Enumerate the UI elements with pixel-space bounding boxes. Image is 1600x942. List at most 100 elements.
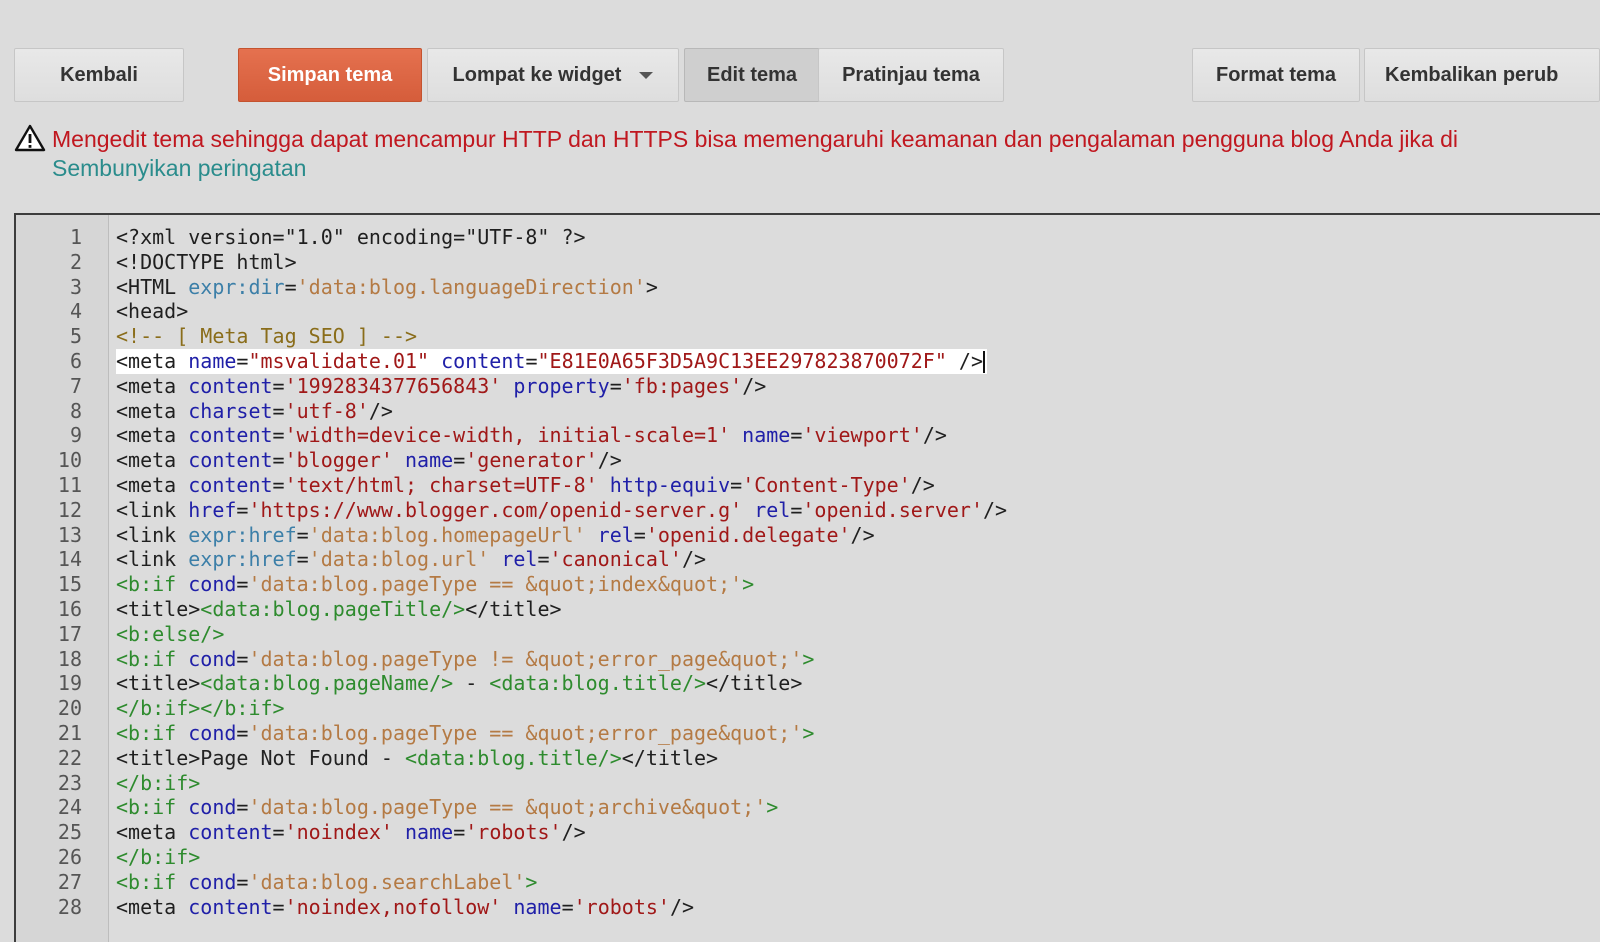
code-token: 'data:blog.pageType == &quot;archive&quo… xyxy=(248,795,767,820)
code-line[interactable]: 27 <b:if cond='data:blog.searchLabel'> xyxy=(16,870,1600,895)
code-token: 'noindex,nofollow' xyxy=(284,894,502,919)
line-code: <meta content='text/html; charset=UTF-8'… xyxy=(116,473,935,498)
line-code: <meta content='1992834377656843' propert… xyxy=(116,374,766,399)
mixed-content-warning: Mengedit tema sehingga dapat mencampur H… xyxy=(14,122,1600,182)
code-line[interactable]: 6 <meta name="msvalidate.01" content="E81… xyxy=(16,348,1600,374)
save-theme-button[interactable]: Simpan tema xyxy=(238,48,422,102)
line-code: <b:if cond='data:blog.pageType == &quot;… xyxy=(116,795,778,820)
code-token: </title> xyxy=(706,671,803,696)
code-line[interactable]: 9 <meta content='width=device-width, init… xyxy=(16,423,1600,448)
jump-to-widget-dropdown[interactable]: Lompat ke widget xyxy=(427,48,679,102)
code-token: content xyxy=(188,423,273,448)
code-line[interactable]: 19 <title><data:blog.pageName/> - <data:b… xyxy=(16,671,1600,696)
code-line[interactable]: 23 </b:if> xyxy=(16,771,1600,796)
preview-theme-button[interactable]: Pratinjau tema xyxy=(818,48,1004,102)
code-token: /> xyxy=(983,497,1008,522)
code-token: name xyxy=(188,348,237,373)
code-line[interactable]: 13 <link expr:href='data:blog.homepageUrl… xyxy=(16,523,1600,548)
code-token: <title> xyxy=(116,596,201,621)
code-line[interactable]: 24 <b:if cond='data:blog.pageType == &quo… xyxy=(16,795,1600,820)
code-token: <b:if xyxy=(116,869,189,894)
line-number: 3 xyxy=(69,274,82,299)
code-token: /> xyxy=(368,398,393,423)
back-button[interactable]: Kembali xyxy=(14,48,184,102)
code-line[interactable]: 28 <meta content='noindex,nofollow' name=… xyxy=(16,895,1600,920)
line-code: </b:if> xyxy=(116,771,200,796)
code-line[interactable]: 4 <head> xyxy=(16,299,1600,324)
code-line[interactable]: 3 <HTML expr:dir='data:blog.languageDirec… xyxy=(16,275,1600,300)
code-token: <b:else/> xyxy=(116,621,225,646)
hide-warning-link[interactable]: Sembunyikan peringatan xyxy=(52,153,306,183)
code-token: = xyxy=(236,720,249,745)
code-line[interactable]: 17 <b:else/> xyxy=(16,622,1600,647)
code-token: <!-- [ Meta Tag SEO ] --> xyxy=(116,324,418,349)
code-token: <b:if xyxy=(116,720,189,745)
code-token: name xyxy=(405,448,454,473)
code-token: = xyxy=(272,894,285,919)
format-theme-button[interactable]: Format tema xyxy=(1192,48,1360,102)
code-line[interactable]: 22 <title>Page Not Found - <data:blog.tit… xyxy=(16,746,1600,771)
code-token: expr:href xyxy=(188,547,297,572)
code-line[interactable]: 12 <link href='https://www.blogger.com/op… xyxy=(16,498,1600,523)
code-editor[interactable]: 1 <?xml version="1.0" encoding="UTF-8" ?>… xyxy=(14,213,1600,942)
code-line[interactable]: 25 <meta content='noindex' name='robots'/… xyxy=(16,820,1600,845)
code-line[interactable]: 26 </b:if> xyxy=(16,845,1600,870)
code-token: 'text/html; charset=UTF-8' xyxy=(284,472,598,497)
line-number: 22 xyxy=(57,745,82,770)
code-token: = xyxy=(236,646,249,671)
code-token: <meta xyxy=(116,423,189,448)
code-token: content xyxy=(188,472,273,497)
code-token: 'viewport' xyxy=(802,423,923,448)
code-token: = xyxy=(272,820,285,845)
line-code: </b:if> xyxy=(116,845,200,870)
line-number: 26 xyxy=(57,844,82,869)
code-line[interactable]: 16 <title><data:blog.pageTitle/></title> xyxy=(16,597,1600,622)
code-line[interactable]: 14 <link expr:href='data:blog.url' rel='c… xyxy=(16,547,1600,572)
code-token: '1992834377656843' xyxy=(284,373,502,398)
code-token: <meta xyxy=(116,348,189,373)
code-token: = xyxy=(236,348,249,373)
code-token: 'fb:pages' xyxy=(621,373,743,398)
code-token: <data:blog.pageTitle/> xyxy=(200,596,466,621)
code-token: cond xyxy=(188,869,237,894)
code-line[interactable]: 15 <b:if cond='data:blog.pageType == &quo… xyxy=(16,572,1600,597)
line-code: <meta name="msvalidate.01" content="E81E… xyxy=(116,348,988,374)
code-line[interactable]: 11 <meta content='text/html; charset=UTF-… xyxy=(16,473,1600,498)
code-token: = xyxy=(272,398,285,423)
code-line[interactable]: 20 </b:if></b:if> xyxy=(16,696,1600,721)
code-line[interactable]: 2 <!DOCTYPE html> xyxy=(16,250,1600,275)
code-token: = xyxy=(272,373,285,398)
line-code: <!DOCTYPE html> xyxy=(116,250,297,275)
line-number: 19 xyxy=(57,671,82,696)
line-number: 25 xyxy=(57,820,82,845)
code-line[interactable]: 10 <meta content='blogger' name='generato… xyxy=(16,448,1600,473)
code-line[interactable]: 21 <b:if cond='data:blog.pageType == &quo… xyxy=(16,721,1600,746)
line-code: <title>Page Not Found - <data:blog.title… xyxy=(116,746,718,771)
edit-theme-button[interactable]: Edit tema xyxy=(684,48,820,102)
code-token: > xyxy=(802,646,815,671)
line-code: <b:else/> xyxy=(116,622,224,647)
line-number: 6 xyxy=(69,348,82,373)
code-line[interactable]: 1 <?xml version="1.0" encoding="UTF-8" ?> xyxy=(16,225,1600,250)
code-token: rel xyxy=(501,547,538,572)
code-token: 'blogger' xyxy=(284,448,393,473)
code-token: content xyxy=(188,820,273,845)
revert-changes-button[interactable]: Kembalikan perub xyxy=(1364,48,1600,102)
code-line[interactable]: 18 <b:if cond='data:blog.pageType != &quo… xyxy=(16,647,1600,672)
line-number: 28 xyxy=(57,894,82,919)
code-token: = xyxy=(272,423,285,448)
code-token: /> xyxy=(561,820,586,845)
code-line[interactable]: 7 <meta content='1992834377656843' proper… xyxy=(16,374,1600,399)
code-token: expr:href xyxy=(188,522,297,547)
code-token: <link xyxy=(116,547,189,572)
code-token: 'data:blog.languageDirection' xyxy=(296,274,646,299)
line-code: <b:if cond='data:blog.pageType != &quot;… xyxy=(116,647,814,672)
code-token: rel xyxy=(754,497,791,522)
theme-toolbar: Kembali Simpan tema Lompat ke widget Edi… xyxy=(0,48,1600,104)
line-number: 24 xyxy=(57,795,82,820)
code-line[interactable]: 8 <meta charset='utf-8'/> xyxy=(16,399,1600,424)
code-token: <b:if xyxy=(116,646,189,671)
code-line[interactable]: 5 <!-- [ Meta Tag SEO ] --> xyxy=(16,324,1600,349)
